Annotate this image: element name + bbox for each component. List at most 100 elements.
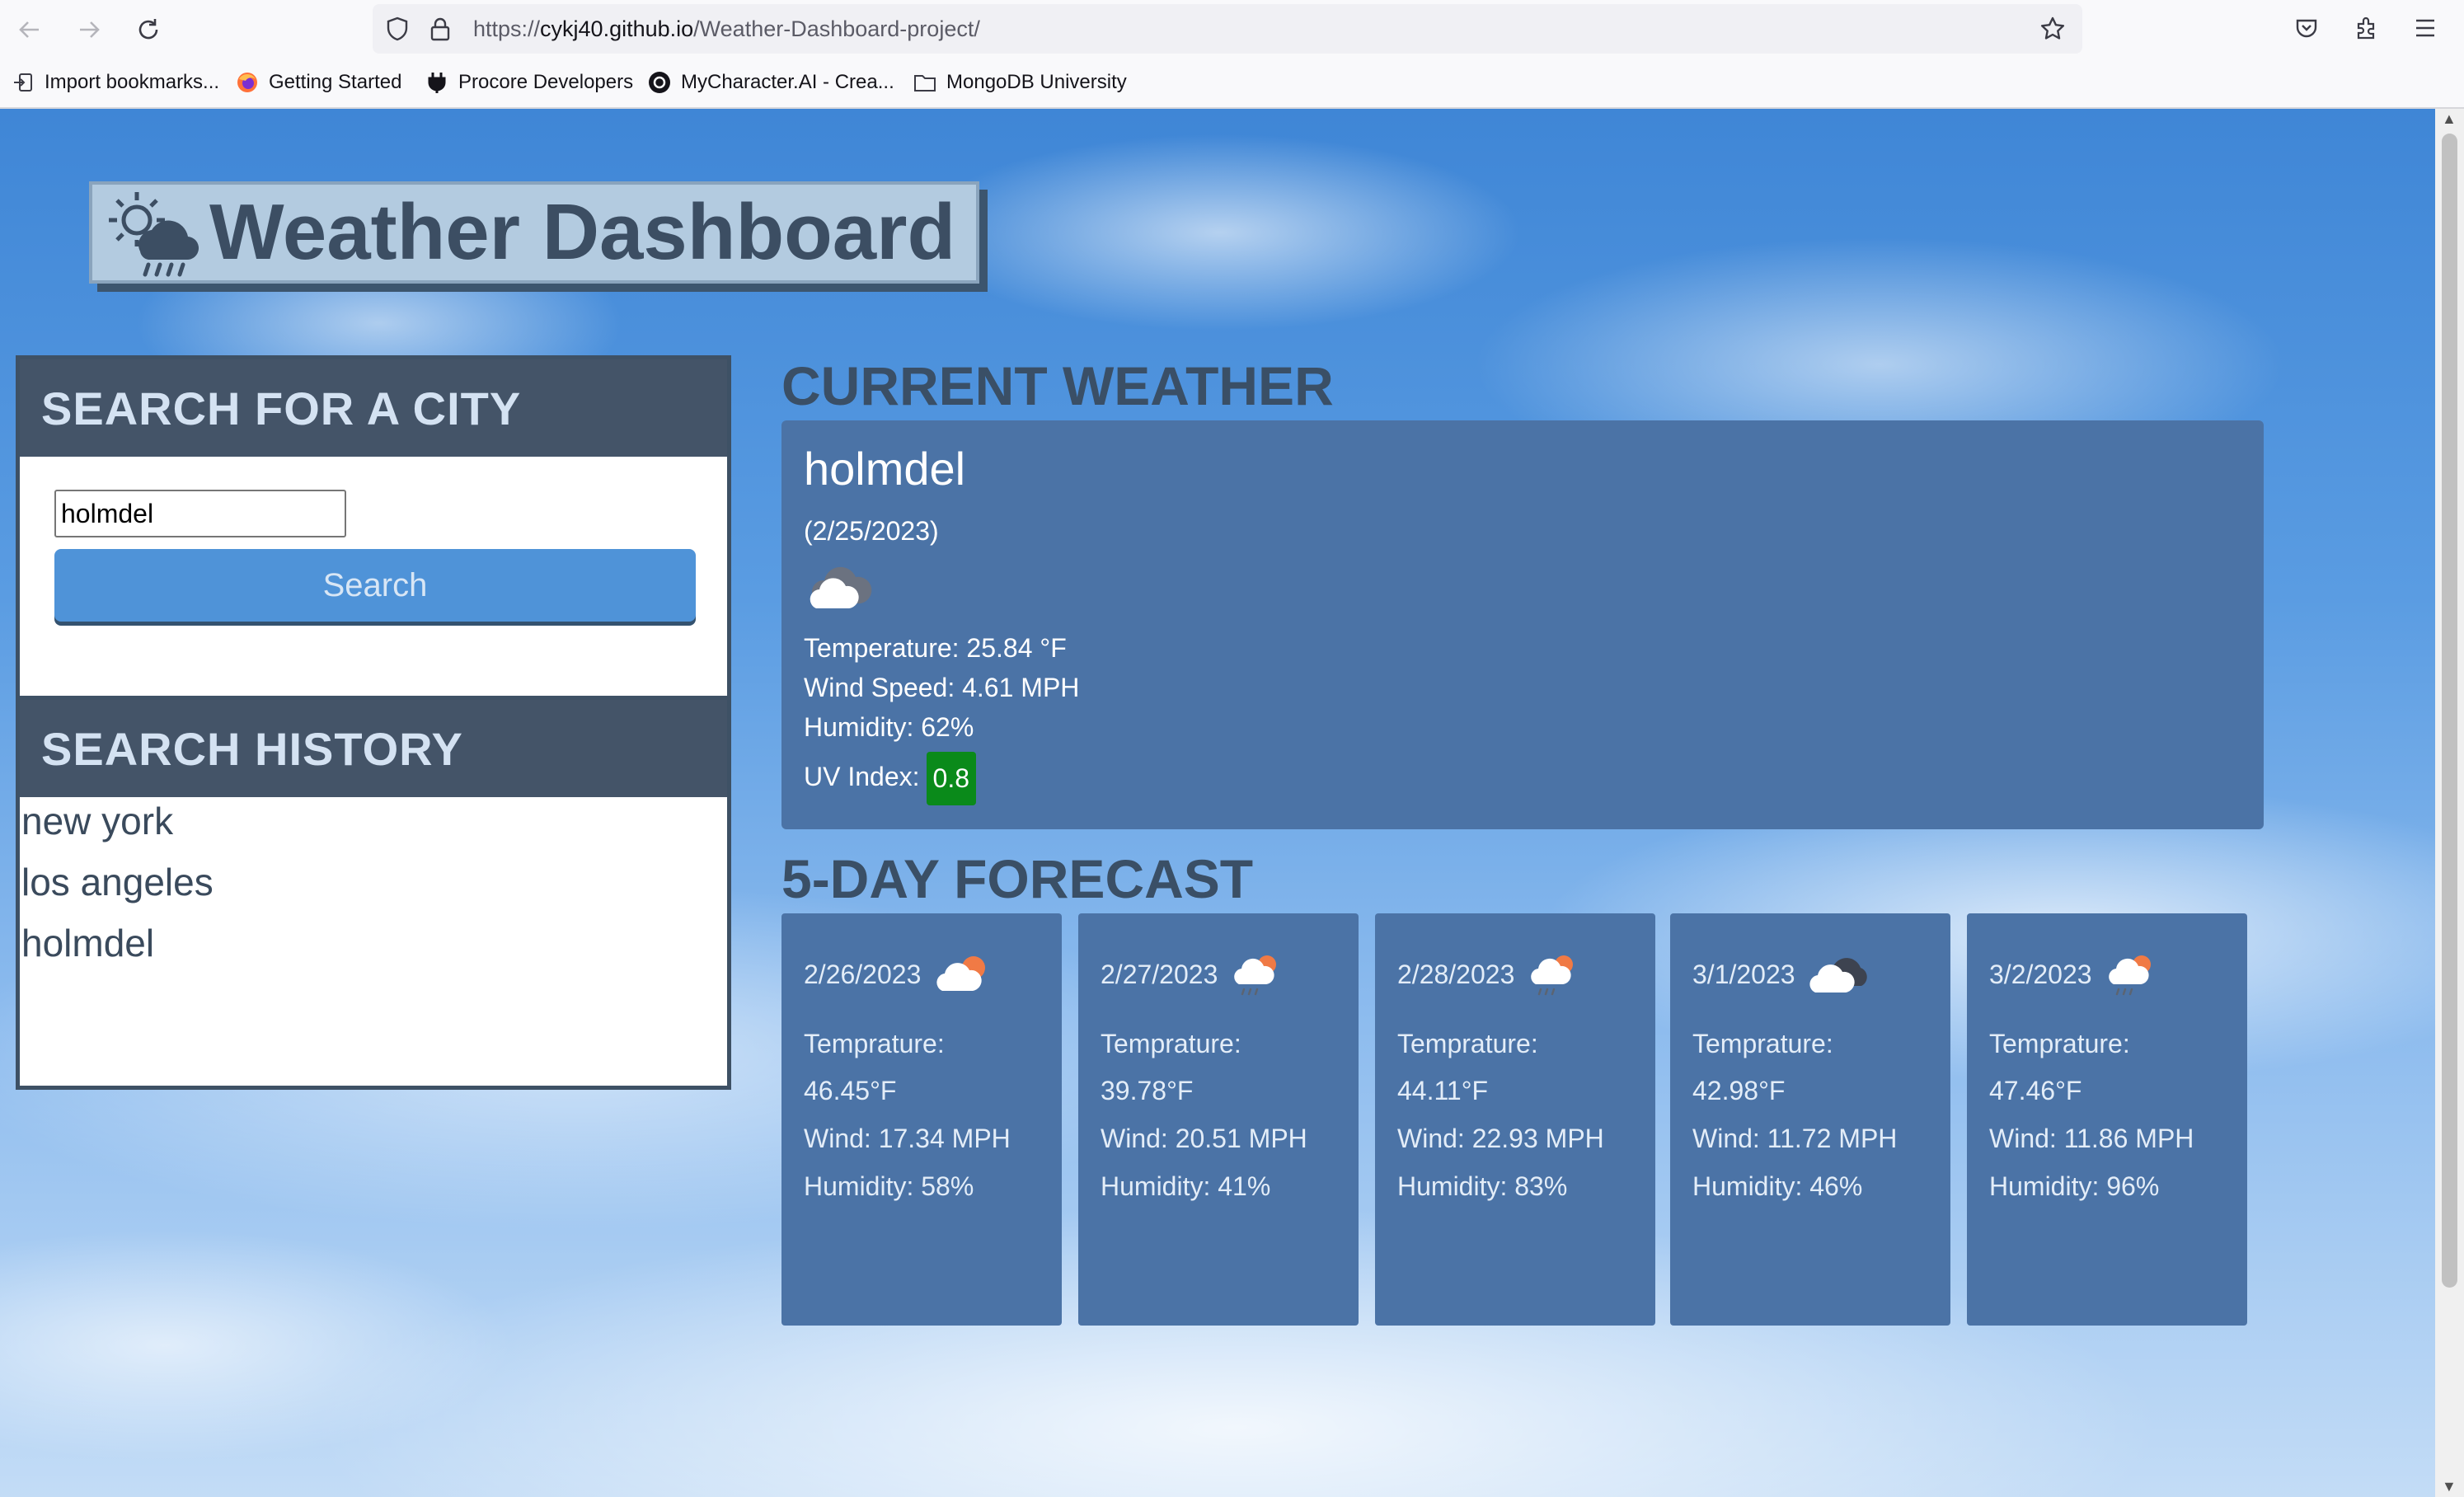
forecast-temp-label: Temprature: <box>1101 1029 1241 1058</box>
bookmark-label: Procore Developers <box>458 71 634 93</box>
forecast-card-day-3: 2/28/2023 Temprature: 44.11°F Wind: 22.9… <box>1375 913 1655 1326</box>
folder-icon <box>913 71 936 94</box>
page-title: Weather Dashboard <box>209 188 956 276</box>
search-panel-heading: SEARCH FOR A CITY <box>20 359 727 457</box>
search-history-panel: SEARCH HISTORY new york los angeles holm… <box>16 696 731 1090</box>
menu-button[interactable] <box>2407 10 2443 46</box>
forecast-card-day-4: 3/1/2023 Temprature: 42.98°F Wind: 11.72… <box>1670 913 1950 1326</box>
bookmark-label: MyCharacter.AI - Crea... <box>681 71 894 93</box>
sun-cloud-rain-icon <box>1531 955 1574 996</box>
back-button[interactable] <box>12 12 48 48</box>
city-search-input[interactable] <box>54 490 346 537</box>
forecast-temp: 44.11°F <box>1397 1076 1489 1105</box>
sun-cloud-rain-icon <box>1234 955 1277 996</box>
history-panel-heading: SEARCH HISTORY <box>20 700 727 797</box>
sun-rain-cloud-icon <box>109 192 199 277</box>
url-text[interactable]: https://cykj40.github.io/Weather-Dashboa… <box>473 16 980 42</box>
bookmark-label: Import bookmarks... <box>45 71 220 93</box>
sun-cloud-rain-icon <box>2108 955 2151 996</box>
bookmark-getting-started[interactable]: Getting Started <box>236 68 401 97</box>
forecast-date: 2/27/2023 <box>1101 959 1218 989</box>
forecast-temp-label: Temprature: <box>1989 1029 2130 1058</box>
uv-index-badge: 0.8 <box>926 752 976 805</box>
forecast-humidity: Humidity: 96% <box>1989 1171 2160 1201</box>
pocket-icon <box>2296 19 2317 38</box>
plug-icon <box>425 71 448 94</box>
current-humidity: Humidity: 62% <box>804 712 974 742</box>
bookmark-label: MongoDB University <box>946 71 1127 93</box>
uv-index-label: UV Index: <box>804 761 920 791</box>
dark-cloud-icon <box>1809 958 1867 993</box>
current-weather-card: holmdel (2/25/2023) Temperature: 25.84 °… <box>781 420 2264 829</box>
cloud-icon <box>810 566 872 608</box>
forecast-humidity: Humidity: 58% <box>804 1171 974 1201</box>
sun-cloud-icon <box>936 956 986 991</box>
forecast-wind: Wind: 17.34 MPH <box>804 1124 1011 1153</box>
dashboard-header: Weather Dashboard <box>89 181 979 284</box>
search-button[interactable]: Search <box>54 549 696 622</box>
forecast-temp-label: Temprature: <box>1692 1029 1833 1058</box>
scroll-down-arrow-icon[interactable]: ▼ <box>2442 1478 2457 1495</box>
bookmark-procore[interactable]: Procore Developers <box>425 68 633 97</box>
forward-button[interactable] <box>71 12 107 48</box>
current-weather-heading: CURRENT WEATHER <box>781 355 1334 416</box>
forecast-temp-label: Temprature: <box>1397 1029 1538 1058</box>
forecast-temp-label: Temprature: <box>804 1029 945 1058</box>
history-item-new-york[interactable]: new york <box>21 797 727 858</box>
forecast-card-day-1: 2/26/2023 Temprature: 46.45°F Wind: 17.3… <box>781 913 1062 1326</box>
site-icon <box>648 71 671 94</box>
history-item-holmdel[interactable]: holmdel <box>21 919 727 980</box>
forecast-wind: Wind: 20.51 MPH <box>1101 1124 1307 1153</box>
puzzle-icon <box>2357 16 2375 40</box>
url-scheme: https:// <box>473 16 541 41</box>
lock-icon[interactable] <box>427 16 453 42</box>
shield-icon[interactable] <box>384 16 411 42</box>
forecast-card-day-5: 3/2/2023 Temprature: 47.46°F Wind: 11.86… <box>1967 913 2247 1326</box>
forecast-wind: Wind: 22.93 MPH <box>1397 1124 1604 1153</box>
forecast-date: 3/2/2023 <box>1989 959 2092 989</box>
forecast-wind: Wind: 11.86 MPH <box>1989 1124 2194 1153</box>
forecast-date: 2/28/2023 <box>1397 959 1515 989</box>
bookmark-star-icon[interactable] <box>2039 16 2066 42</box>
bookmark-mongodb-folder[interactable]: MongoDB University <box>913 68 1127 97</box>
bookmark-label: Getting Started <box>269 71 402 93</box>
forecast-humidity: Humidity: 41% <box>1101 1171 1271 1201</box>
bookmark-import[interactable]: Import bookmarks... <box>12 68 219 97</box>
bookmark-mycharacter[interactable]: MyCharacter.AI - Crea... <box>648 68 894 97</box>
current-city-name: holmdel <box>804 443 966 495</box>
forecast-temp: 47.46°F <box>1989 1076 2082 1105</box>
bookmarks-toolbar: Import bookmarks... Getting Started Proc… <box>0 58 2464 109</box>
current-wind-speed: Wind Speed: 4.61 MPH <box>804 673 1080 702</box>
forecast-temp: 46.45°F <box>804 1076 897 1105</box>
forecast-wind: Wind: 11.72 MPH <box>1692 1124 1898 1153</box>
weather-dashboard-page: Weather Dashboard SEARCH FOR A CITY Sear… <box>0 109 2435 1497</box>
reload-icon <box>138 19 158 40</box>
current-temperature: Temperature: 25.84 °F <box>804 633 1067 663</box>
forecast-heading: 5-DAY FORECAST <box>781 848 1254 909</box>
address-bar[interactable]: https://cykj40.github.io/Weather-Dashboa… <box>373 4 2082 54</box>
back-arrow-icon <box>19 21 39 38</box>
extensions-button[interactable] <box>2348 10 2384 46</box>
history-item-los-angeles[interactable]: los angeles <box>21 858 727 919</box>
forecast-humidity: Humidity: 46% <box>1692 1171 1863 1201</box>
browser-toolbar: https://cykj40.github.io/Weather-Dashboa… <box>0 0 2464 58</box>
scroll-up-arrow-icon[interactable]: ▲ <box>2442 110 2457 128</box>
scrollbar-thumb[interactable] <box>2442 134 2457 1288</box>
page-scrollbar[interactable]: ▲ ▼ <box>2435 109 2464 1497</box>
reload-button[interactable] <box>130 12 167 48</box>
forecast-humidity: Humidity: 83% <box>1397 1171 1568 1201</box>
url-path: /Weather-Dashboard-project/ <box>693 16 980 41</box>
current-uv-index: UV Index: 0.8 <box>804 752 976 805</box>
firefox-icon <box>236 71 259 94</box>
pocket-button[interactable] <box>2288 10 2325 46</box>
history-list: new york los angeles holmdel <box>20 797 727 980</box>
import-icon <box>12 71 35 94</box>
forward-arrow-icon <box>80 21 100 38</box>
forecast-temp: 39.78°F <box>1101 1076 1194 1105</box>
forecast-temp: 42.98°F <box>1692 1076 1786 1105</box>
forecast-date: 2/26/2023 <box>804 959 922 989</box>
forecast-card-day-2: 2/27/2023 Temprature: 39.78°F Wind: 20.5… <box>1078 913 1359 1326</box>
forecast-date: 3/1/2023 <box>1692 959 1795 989</box>
current-date: (2/25/2023) <box>804 516 939 546</box>
hamburger-menu-icon <box>2416 19 2434 37</box>
